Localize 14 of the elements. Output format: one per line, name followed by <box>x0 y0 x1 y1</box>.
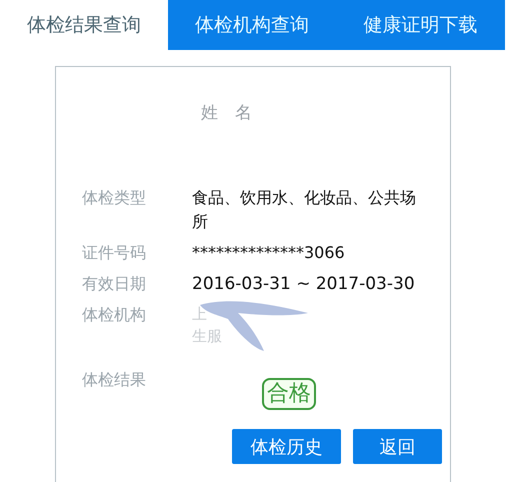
field-value: 2016-03-31 ~ 2017-03-30 <box>192 273 416 296</box>
field-value: 食品、饮用水、化妆品、公共场所 <box>192 187 417 233</box>
field-label: 证件号码 <box>82 242 147 264</box>
field-value: **************3066 <box>192 242 346 264</box>
field-label: 体检机构 <box>82 304 147 326</box>
tab[interactable]: 健康证明下载 <box>336 0 505 50</box>
tab[interactable]: 体检机构查询 <box>168 0 336 50</box>
back-button[interactable]: 返回 <box>353 429 442 464</box>
field-label: 有效日期 <box>82 273 147 295</box>
name-label: 姓 名 <box>201 102 252 124</box>
field-label: 体检结果 <box>82 369 147 391</box>
history-button[interactable]: 体检历史 <box>232 429 341 464</box>
field-label: 体检类型 <box>82 187 147 209</box>
result-badge: 合格 <box>262 378 316 410</box>
